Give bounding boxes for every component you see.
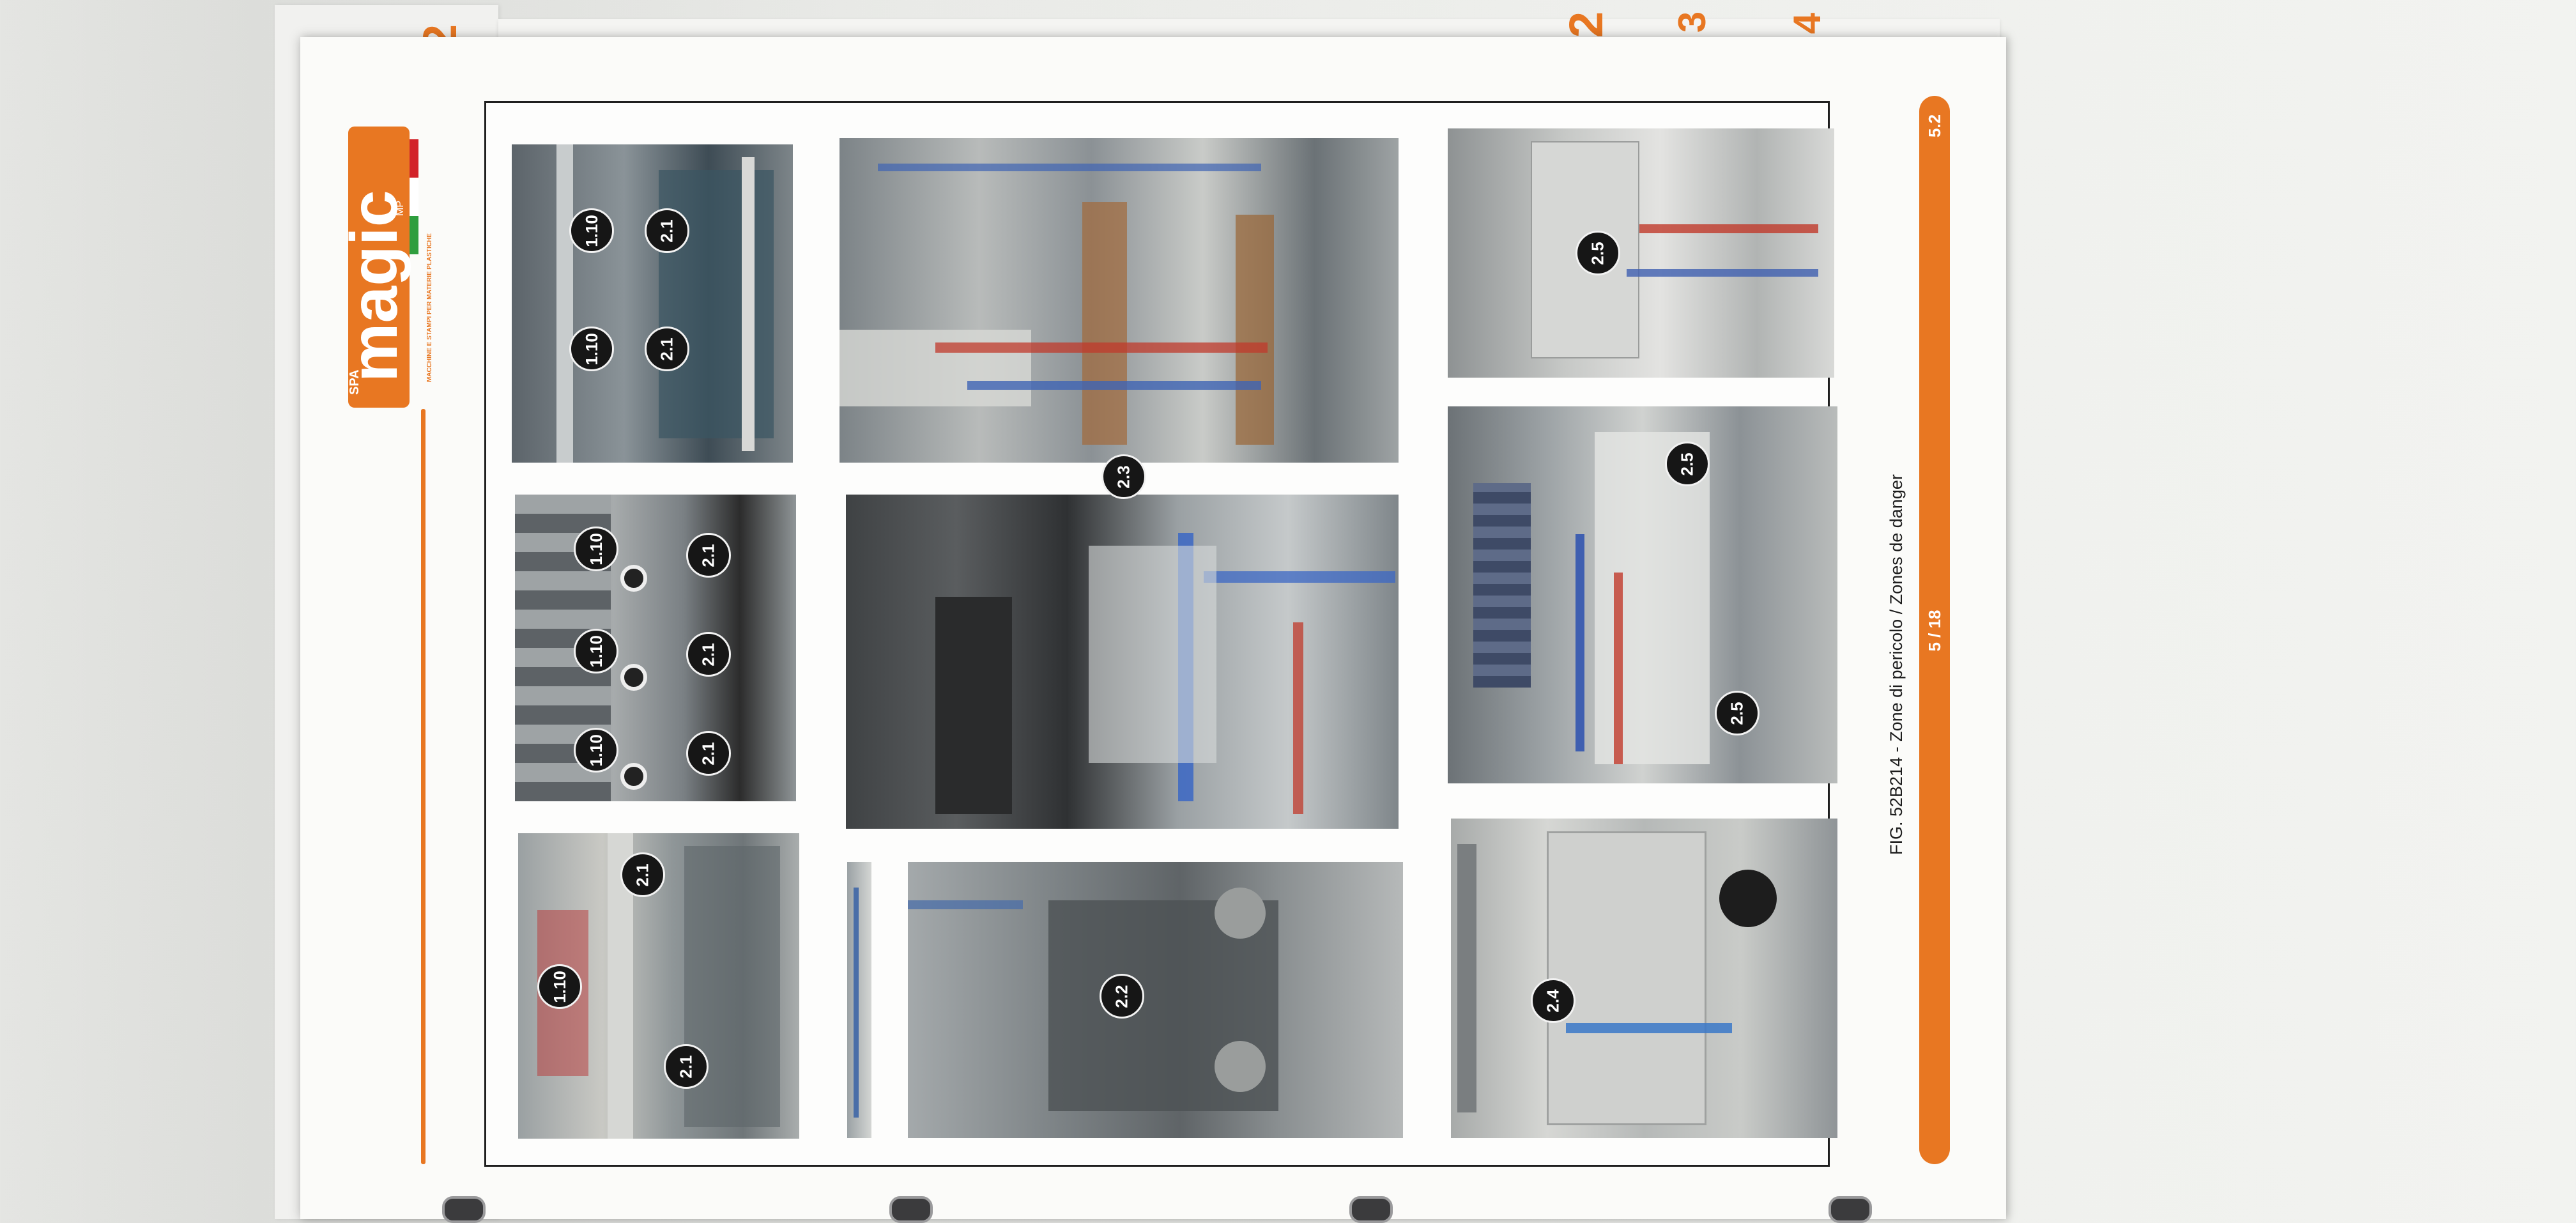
- zone-callout: 1.10: [569, 327, 614, 371]
- background-tab: 4: [1786, 12, 1829, 35]
- svg-text:SPA: SPA: [348, 369, 362, 395]
- figure-caption: FIG. 52B214 - Zone di pericolo / Zones d…: [1887, 474, 1906, 855]
- machine-photo: 2.4: [1451, 819, 1837, 1138]
- machine-photo: 2.2: [908, 862, 1403, 1138]
- zone-callout: 2.4: [1531, 978, 1575, 1023]
- machine-photo: 2.5: [1448, 128, 1834, 378]
- machine-photo: [839, 138, 1399, 463]
- zone-callout: 2.2: [1100, 974, 1144, 1019]
- zone-callout: 2.1: [686, 731, 731, 776]
- zone-callout: 2.1: [686, 533, 731, 578]
- machine-photo: 2.1 1.10 2.1: [518, 833, 799, 1139]
- zone-callout: 2.1: [645, 327, 689, 371]
- magic-logo: magic SPA MP MACCHINE E STAMPI PER MATER…: [342, 127, 433, 408]
- machine-photo: [846, 495, 1399, 829]
- zone-callout: 2.5: [1575, 231, 1620, 275]
- zone-callout: 1.10: [574, 527, 618, 571]
- zone-callout: 1.10: [574, 629, 618, 673]
- zone-callout: 2.3: [1101, 454, 1146, 499]
- machine-photo: 1.10 2.1 1.10 2.1: [512, 144, 793, 463]
- zone-callout: 1.10: [574, 728, 618, 773]
- left-accent-rule: [421, 409, 425, 1164]
- background-tab: 3: [1671, 11, 1714, 33]
- logo-tagline: MACCHINE E STAMPI PER MATERIE PLASTICHE: [426, 233, 433, 382]
- photo-frame: 1.10 2.1 1.10 2.1 1.10 2.1 1.10 2.1 1.10…: [484, 101, 1837, 1167]
- zone-callout: 2.1: [664, 1044, 709, 1089]
- zone-callout: 2.1: [686, 632, 731, 677]
- svg-text:MP: MP: [395, 201, 406, 216]
- zone-callout: 2.5: [1665, 442, 1710, 486]
- background-tab: 2: [1560, 11, 1613, 38]
- zone-callout: 1.10: [569, 208, 614, 253]
- machine-photo: 2.5 2.5: [1448, 406, 1837, 783]
- zone-callout: 2.1: [620, 852, 665, 897]
- zone-callout: 2.5: [1715, 691, 1759, 735]
- page-indicator: 5 / 18: [1925, 610, 1944, 652]
- section-number: 5.2: [1925, 114, 1944, 138]
- logo-wordmark: magic: [342, 190, 411, 382]
- machine-photo-strip: [847, 862, 871, 1138]
- zone-callout: 2.1: [645, 208, 689, 253]
- machine-photo: 1.10 2.1 1.10 2.1 1.10 2.1: [515, 495, 796, 801]
- zone-callout: 1.10: [537, 964, 582, 1009]
